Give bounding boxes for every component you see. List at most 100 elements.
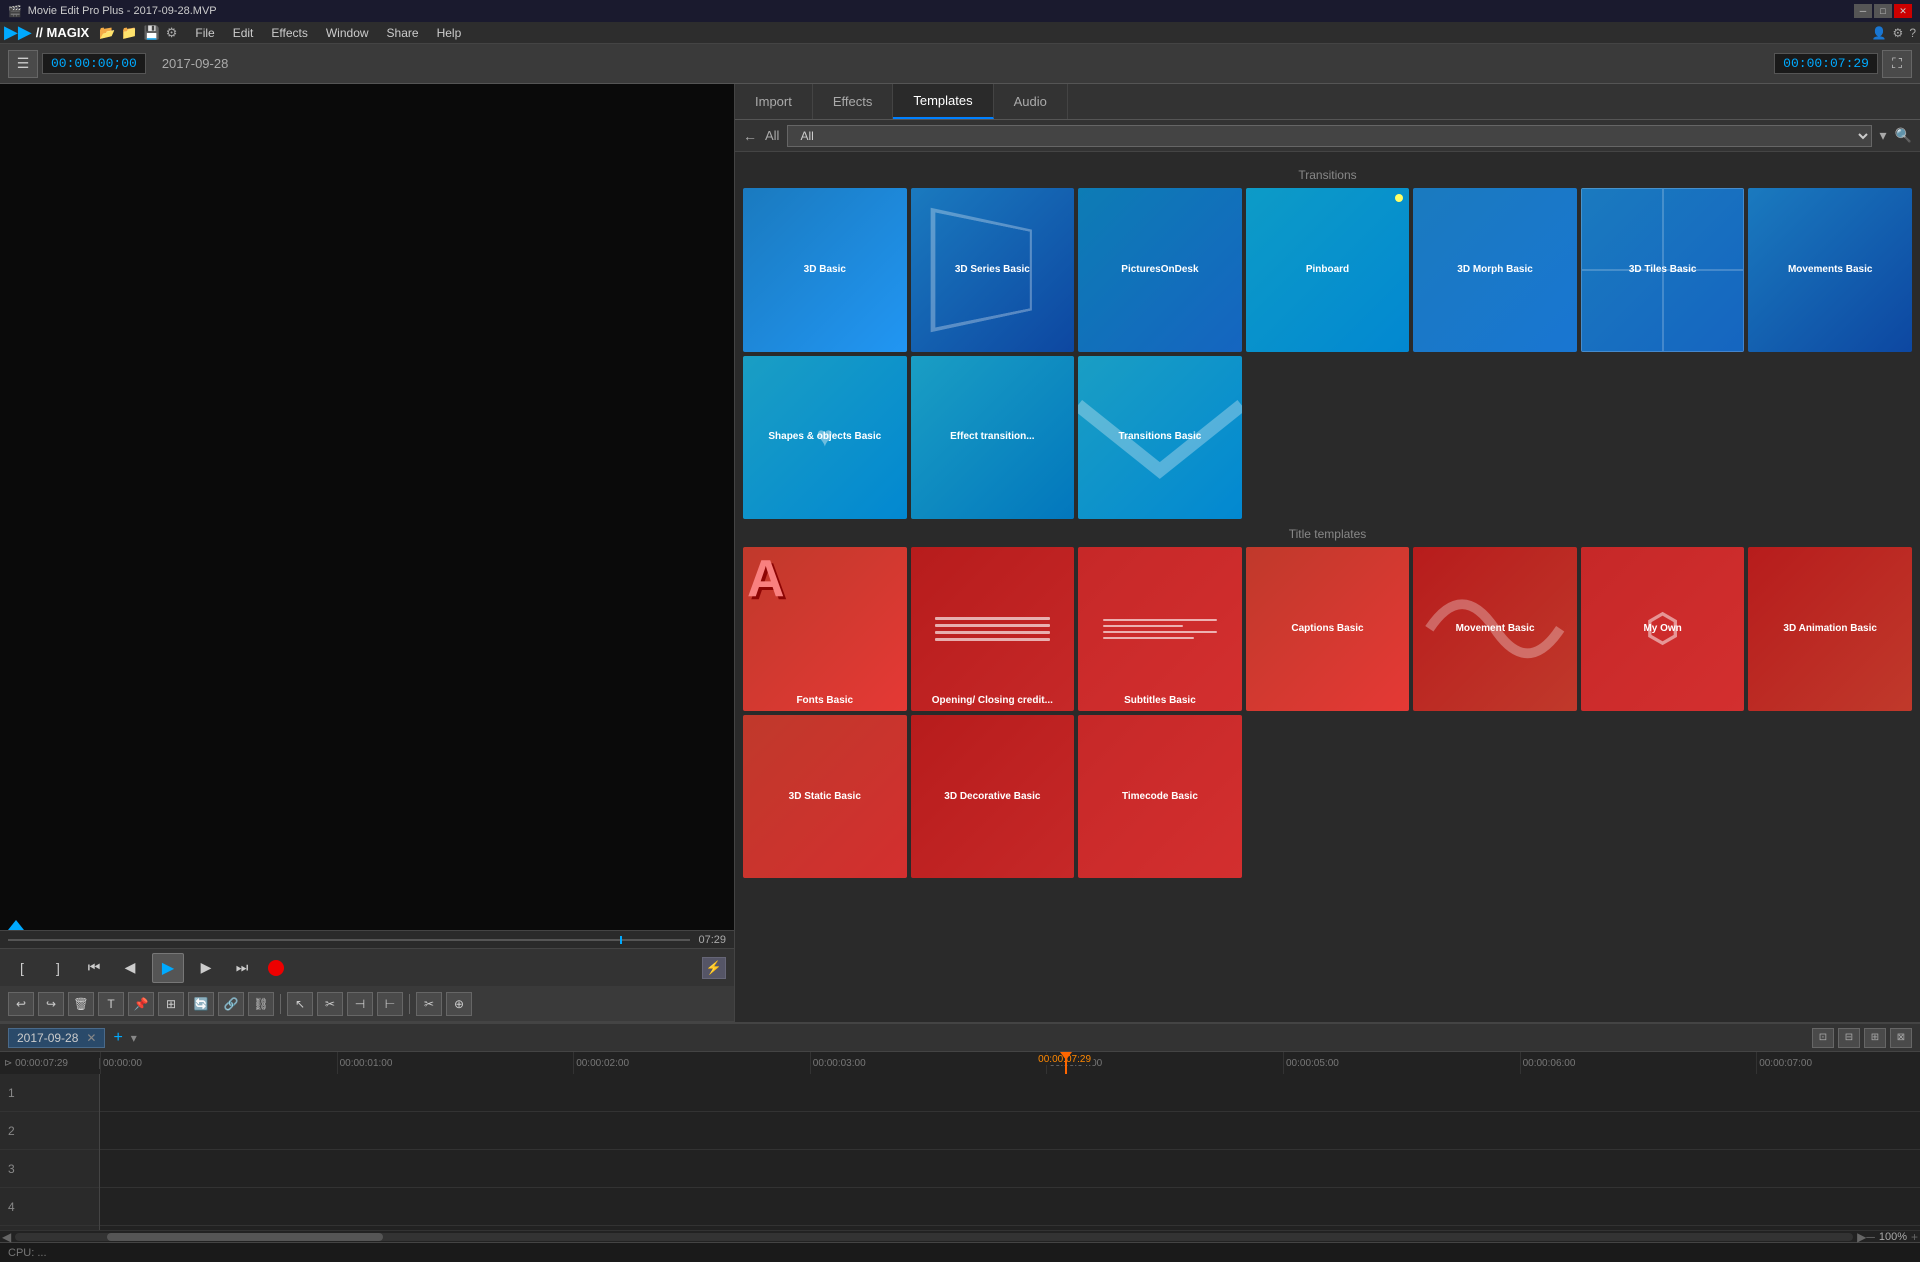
track-row-2 (100, 1112, 1920, 1150)
tile-shapes-objects-basic[interactable]: ♥ Shapes & objects Basic (743, 356, 907, 520)
tile-effect-transition[interactable]: Effect transition... (911, 356, 1075, 520)
next-marker-button[interactable]: ⏭ (228, 955, 256, 981)
time-right-display: 00:00:07:29 (1774, 53, 1878, 74)
tile-fonts-basic[interactable]: A Fonts Basic (743, 547, 907, 711)
prev-frame-button[interactable]: ◀ (116, 955, 144, 981)
fullscreen-button[interactable]: ⛶ (1882, 50, 1912, 78)
settings-icon[interactable]: ⚙ (166, 25, 178, 41)
tile-pinboard[interactable]: Pinboard (1246, 188, 1410, 352)
tile-captions-basic[interactable]: Captions Basic (1246, 547, 1410, 711)
hamburger-menu-button[interactable]: ☰ (8, 50, 38, 78)
mark-out-button[interactable]: ] (44, 955, 72, 981)
tile-transitions-basic[interactable]: Transitions Basic (1078, 356, 1242, 520)
grid-button[interactable]: ⊞ (158, 992, 184, 1016)
scroll-right-arrow[interactable]: ▶ (1857, 1230, 1866, 1244)
zoom-in-button[interactable]: + (1911, 1230, 1918, 1244)
tile-opening-closing-credit[interactable]: Opening/ Closing credit... (911, 547, 1075, 711)
record-button[interactable] (268, 960, 284, 976)
maximize-button[interactable]: □ (1874, 4, 1892, 18)
preview-timebar: 07:29 (0, 930, 734, 948)
loop-button[interactable]: 🔄 (188, 992, 214, 1016)
separator-2 (409, 994, 410, 1014)
tile-picturesondesk[interactable]: PicturesOnDesk (1078, 188, 1242, 352)
scroll-left-arrow[interactable]: ◀ (2, 1230, 11, 1244)
timeline-header: 2017-09-28 ✕ + ▾ ⊡ ⊟ ⊞ ⊠ (0, 1024, 1920, 1052)
tile-3d-static-basic[interactable]: 3D Static Basic (743, 715, 907, 879)
delete-button[interactable]: 🗑 (68, 992, 94, 1016)
search-icon[interactable]: 🔍 (1895, 127, 1912, 144)
dropdown-icon[interactable]: ▾ (1880, 127, 1887, 144)
panel-tabs: Import Effects Templates Audio (735, 84, 1920, 120)
menu-edit[interactable]: Edit (225, 24, 262, 42)
trim-button[interactable]: ✂ (317, 992, 343, 1016)
timeline-scrollbar[interactable]: ◀ ▶ ─ 100% + (0, 1230, 1920, 1242)
close-button[interactable]: ✕ (1894, 4, 1912, 18)
lightning-button[interactable]: ⚡ (702, 957, 726, 979)
tab-audio[interactable]: Audio (994, 84, 1068, 119)
add-track-button[interactable]: + (113, 1029, 122, 1047)
tile-3d-basic[interactable]: 3D Basic (743, 188, 907, 352)
menu-effects[interactable]: Effects (263, 24, 315, 42)
tile-movement-basic[interactable]: Movement Basic (1413, 547, 1577, 711)
tile-subtitles-basic[interactable]: Subtitles Basic (1078, 547, 1242, 711)
tile-movements-basic[interactable]: Movements Basic (1748, 188, 1912, 352)
cut-button[interactable]: ✂ (416, 992, 442, 1016)
mark-in-button[interactable]: [ (8, 955, 36, 981)
cpu-status: CPU: ... (8, 1247, 47, 1259)
minimize-button[interactable]: ─ (1854, 4, 1872, 18)
menu-file[interactable]: File (187, 24, 222, 42)
track-content-area[interactable] (100, 1074, 1920, 1230)
tile-3d-series-basic[interactable]: 3D Series Basic (911, 188, 1075, 352)
timeline-view-btn-2[interactable]: ⊟ (1838, 1028, 1860, 1048)
tile-3d-decorative-basic[interactable]: 3D Decorative Basic (911, 715, 1075, 879)
prev-marker-button[interactable]: ⏮ (80, 955, 108, 981)
tab-import[interactable]: Import (735, 84, 813, 119)
redo-button[interactable]: ↪ (38, 992, 64, 1016)
pin-button[interactable]: 📌 (128, 992, 154, 1016)
tick-2: 00:00:02:00 (573, 1052, 629, 1074)
tick-7: 00:00:07:00 (1756, 1052, 1812, 1074)
unlink-button[interactable]: ⛓ (248, 992, 274, 1016)
back-button[interactable]: ← (743, 128, 757, 144)
split-button[interactable]: ⊣ (347, 992, 373, 1016)
menu-share[interactable]: Share (379, 24, 427, 42)
play-button[interactable]: ▶ (152, 953, 184, 983)
user-icon[interactable]: 👤 (1872, 26, 1887, 40)
scrollbar-thumb[interactable] (107, 1233, 383, 1241)
select-button[interactable]: ↖ (287, 992, 313, 1016)
tile-3d-tiles-basic[interactable]: 3D Tiles Basic (1581, 188, 1745, 352)
link-button[interactable]: 🔗 (218, 992, 244, 1016)
project-close-button[interactable]: ✕ (86, 1031, 96, 1045)
timeline-view-btn-1[interactable]: ⊡ (1812, 1028, 1834, 1048)
tile-my-own[interactable]: ⬡ My Own (1581, 547, 1745, 711)
timeline-view-btn-3[interactable]: ⊞ (1864, 1028, 1886, 1048)
timeline-view-btn-4[interactable]: ⊠ (1890, 1028, 1912, 1048)
timeline-dropdown-button[interactable]: ▾ (131, 1031, 137, 1045)
tile-3d-morph-basic[interactable]: 3D Morph Basic (1413, 188, 1577, 352)
track-label-4: 4 (0, 1188, 99, 1226)
next-frame-button[interactable]: ▶ (192, 955, 220, 981)
tab-templates[interactable]: Templates (893, 84, 993, 119)
menu-window[interactable]: Window (318, 24, 377, 42)
tab-effects[interactable]: Effects (813, 84, 894, 119)
undo-button[interactable]: ↩ (8, 992, 34, 1016)
insert-button[interactable]: ⊕ (446, 992, 472, 1016)
project-name-tab: 2017-09-28 ✕ (8, 1028, 105, 1048)
ripple-button[interactable]: ⊢ (377, 992, 403, 1016)
track-label-2: 2 (0, 1112, 99, 1150)
save-icon[interactable]: 💾 (144, 25, 160, 41)
menu-help[interactable]: Help (429, 24, 470, 42)
scrollbar-track[interactable] (15, 1233, 1853, 1241)
new-project-icon[interactable]: 📂 (99, 25, 115, 41)
zoom-out-button[interactable]: ─ (1866, 1230, 1875, 1244)
question-icon[interactable]: ? (1909, 26, 1916, 40)
preview-area (0, 84, 734, 930)
tile-3d-animation-basic[interactable]: 3D Animation Basic (1748, 547, 1912, 711)
text-button[interactable]: T (98, 992, 124, 1016)
open-icon[interactable]: 📁 (121, 25, 137, 41)
gear-icon[interactable]: ⚙ (1893, 26, 1904, 40)
pin-decoration (1395, 194, 1403, 202)
tile-timecode-basic[interactable]: Timecode Basic (1078, 715, 1242, 879)
filter-dropdown[interactable]: All (787, 125, 1871, 147)
track-num-1: 1 (8, 1086, 15, 1100)
